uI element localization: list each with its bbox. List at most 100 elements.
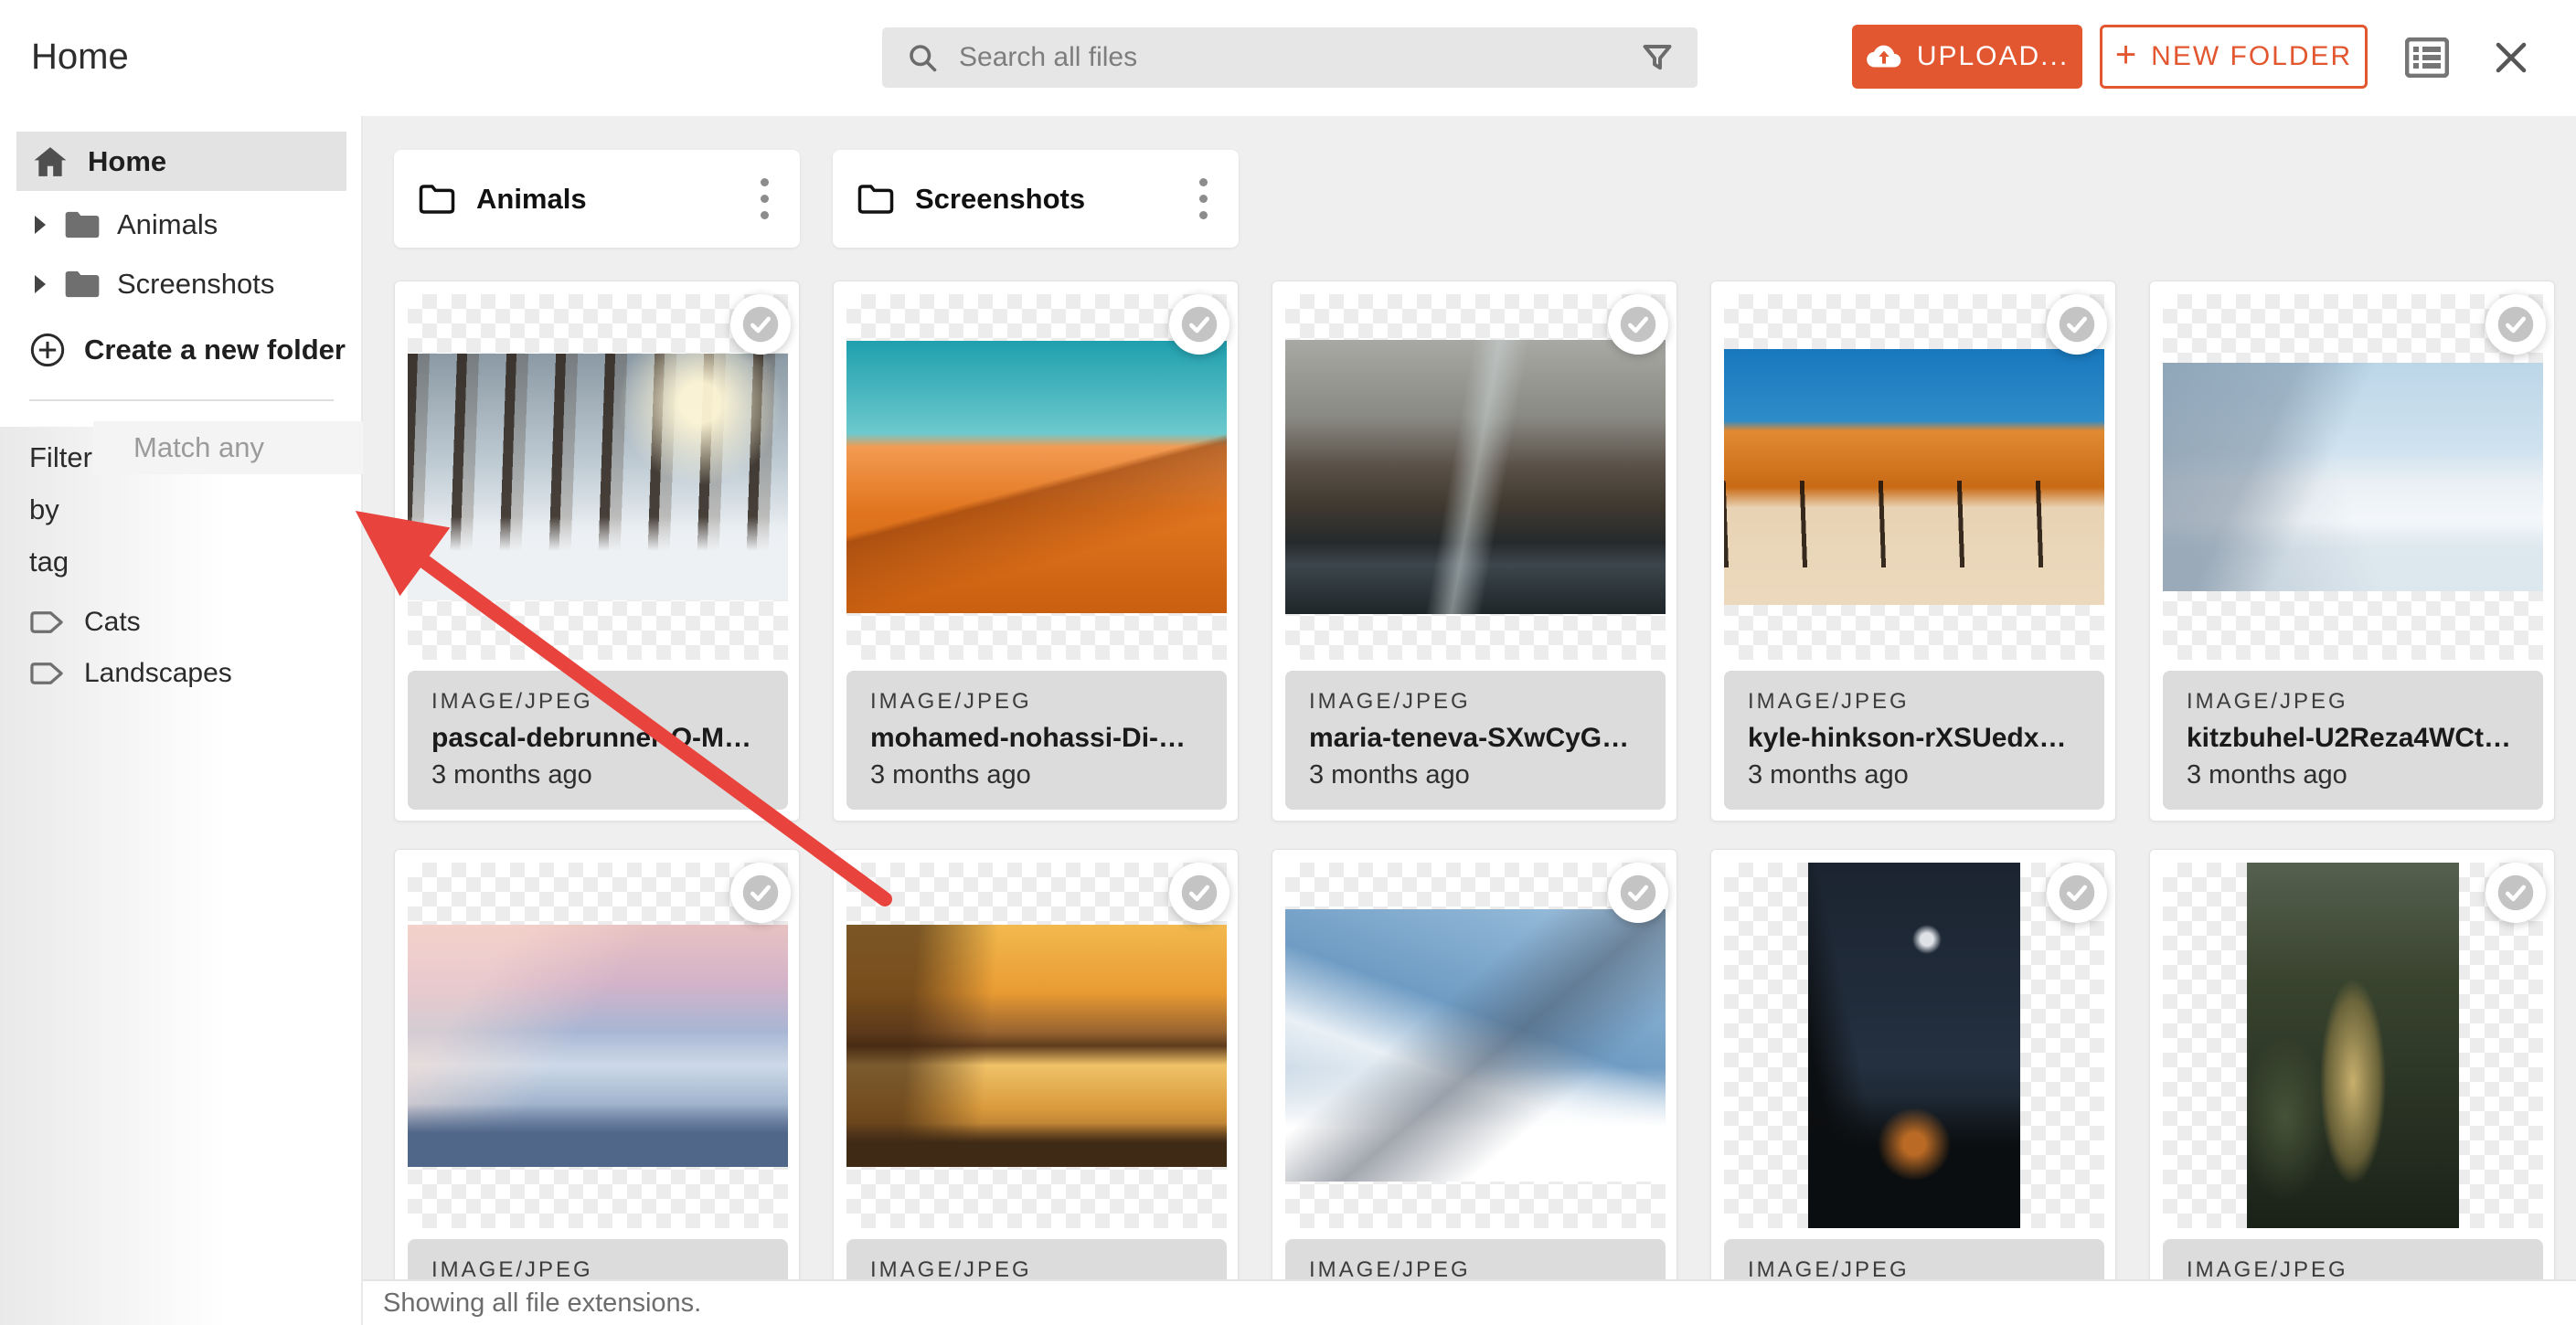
tag-icon [29, 609, 64, 636]
new-folder-button[interactable]: + NEW FOLDER [2100, 25, 2368, 89]
file-name: kitzbuhel-U2Reza4WCtk-unsplas... [2187, 723, 2519, 754]
select-check-button[interactable] [2486, 294, 2546, 355]
select-check-button[interactable] [2047, 863, 2107, 923]
file-card[interactable]: IMAGE/JPEG mohamed-nohassi-Di-DmLD6cW8..… [833, 281, 1239, 822]
plus-circle-icon [29, 332, 66, 368]
plus-icon: + [2115, 35, 2138, 76]
folder-outline-icon [418, 183, 456, 216]
file-card[interactable]: IMAGE/JPEG [2149, 849, 2555, 1325]
folder-icon [64, 210, 101, 239]
select-check-button[interactable] [1608, 294, 1668, 355]
select-check-button[interactable] [2486, 863, 2546, 923]
file-age: 3 months ago [1309, 760, 1642, 790]
close-button[interactable] [2486, 33, 2536, 82]
sidebar-item-screenshots[interactable]: Screenshots [16, 259, 274, 310]
tag-label: Cats [84, 607, 141, 638]
filter-funnel-icon[interactable] [1641, 41, 1674, 74]
file-card[interactable]: IMAGE/JPEG kitzbuhel-U2Reza4WCtk-unsplas… [2149, 281, 2555, 822]
file-age: 3 months ago [870, 760, 1203, 790]
file-name: maria-teneva-SXwCyG4FoPk-uns... [1309, 723, 1642, 754]
search-bar[interactable] [882, 27, 1698, 88]
file-info-panel: IMAGE/JPEG kyle-hinkson-rXSUedxSyIs-unsp… [1724, 671, 2104, 810]
home-icon [33, 145, 68, 178]
file-card[interactable]: IMAGE/JPEG [1710, 849, 2116, 1325]
folder-card[interactable]: Screenshots [833, 150, 1239, 248]
tag-item[interactable]: Landscapes [29, 650, 232, 697]
file-info-panel: IMAGE/JPEG pascal-debrunner-O-MGsHpNKgI.… [408, 671, 788, 810]
file-age: 3 months ago [1748, 760, 2081, 790]
new-folder-label: NEW FOLDER [2151, 41, 2352, 72]
files-grid: IMAGE/JPEG pascal-debrunner-O-MGsHpNKgI.… [394, 281, 2555, 1325]
thumbnail-area [2163, 863, 2543, 1228]
file-card[interactable]: IMAGE/JPEG kyle-hinkson-rXSUedxSyIs-unsp… [1710, 281, 2116, 822]
file-type: IMAGE/JPEG [2187, 689, 2519, 715]
content-area: Animals Screenshots IMAGE/JPEG pascal-de… [363, 116, 2576, 1325]
file-card[interactable]: IMAGE/JPEG [833, 849, 1239, 1325]
select-check-button[interactable] [730, 294, 791, 355]
close-icon [2492, 38, 2530, 77]
file-thumb [1724, 349, 2104, 605]
search-input[interactable] [959, 42, 1621, 73]
file-thumb [1808, 863, 2020, 1228]
thumbnail-area [846, 863, 1227, 1228]
file-age: 3 months ago [431, 760, 764, 790]
status-text: Showing all file extensions. [383, 1288, 701, 1319]
select-check-button[interactable] [1169, 294, 1229, 355]
footer-status-bar: Showing all file extensions. [363, 1279, 2576, 1325]
kebab-menu-button[interactable] [753, 171, 776, 227]
select-check-button[interactable] [1169, 863, 1229, 923]
thumbnail-area [1724, 294, 2104, 660]
sidebar-item-label: Screenshots [117, 268, 274, 301]
list-view-icon [2405, 37, 2449, 78]
file-age: 3 months ago [2187, 760, 2519, 790]
thumbnail-area [1285, 294, 1666, 660]
file-name: kyle-hinkson-rXSUedxSyIs-unspl... [1748, 723, 2081, 754]
sidebar-item-animals[interactable]: Animals [16, 199, 218, 250]
list-view-button[interactable] [2402, 33, 2452, 82]
tag-label: Landscapes [84, 658, 232, 689]
page-title: Home [31, 37, 129, 78]
match-any-value: Match any [133, 431, 264, 464]
thumbnail-area [408, 863, 788, 1228]
file-card[interactable]: IMAGE/JPEG pascal-debrunner-O-MGsHpNKgI.… [394, 281, 800, 822]
file-card[interactable]: IMAGE/JPEG maria-teneva-SXwCyG4FoPk-uns.… [1272, 281, 1677, 822]
sidebar: Home Animals Screenshots Create a [0, 116, 363, 1325]
thumbnail-area [408, 294, 788, 660]
chevron-right-icon [33, 275, 48, 293]
thumbnail-area [2163, 294, 2543, 660]
file-info-panel: IMAGE/JPEG maria-teneva-SXwCyG4FoPk-uns.… [1285, 671, 1666, 810]
folder-name: Animals [476, 183, 733, 216]
file-thumb [1285, 909, 1666, 1182]
file-card[interactable]: IMAGE/JPEG [1272, 849, 1677, 1325]
file-thumb [1285, 340, 1666, 614]
file-name: mohamed-nohassi-Di-DmLD6cW8... [870, 723, 1203, 754]
sidebar-item-label: Home [88, 145, 166, 178]
kebab-menu-button[interactable] [1192, 171, 1215, 227]
file-card[interactable]: IMAGE/JPEG [394, 849, 800, 1325]
select-check-button[interactable] [1608, 863, 1668, 923]
upload-button[interactable]: UPLOAD... [1852, 25, 2082, 89]
file-thumb [408, 925, 788, 1167]
folder-cards-row: Animals Screenshots [394, 150, 2555, 248]
sidebar-item-home[interactable]: Home [16, 132, 346, 191]
file-name: pascal-debrunner-O-MGsHpNKgI... [431, 723, 764, 754]
folder-outline-icon [857, 183, 895, 216]
folder-card[interactable]: Animals [394, 150, 800, 248]
sidebar-item-label: Animals [117, 208, 218, 241]
create-folder-button[interactable]: Create a new folder [22, 324, 346, 376]
tag-item[interactable]: Cats [29, 599, 141, 646]
file-info-panel: IMAGE/JPEG mohamed-nohassi-Di-DmLD6cW8..… [846, 671, 1227, 810]
header: Home UPLOAD... + NEW FOLDER [0, 0, 2576, 116]
select-check-button[interactable] [2047, 294, 2107, 355]
file-thumb [408, 354, 788, 600]
chevron-right-icon [33, 216, 48, 234]
filter-by-tag-label: Filter by tag [29, 431, 101, 588]
thumbnail-area [1724, 863, 2104, 1228]
sidebar-divider [29, 399, 334, 401]
thumbnail-area [846, 294, 1227, 660]
file-type: IMAGE/JPEG [1748, 689, 2081, 715]
file-info-panel: IMAGE/JPEG kitzbuhel-U2Reza4WCtk-unsplas… [2163, 671, 2543, 810]
match-any-select[interactable]: Match any [93, 421, 363, 474]
folder-icon [64, 270, 101, 299]
select-check-button[interactable] [730, 863, 791, 923]
